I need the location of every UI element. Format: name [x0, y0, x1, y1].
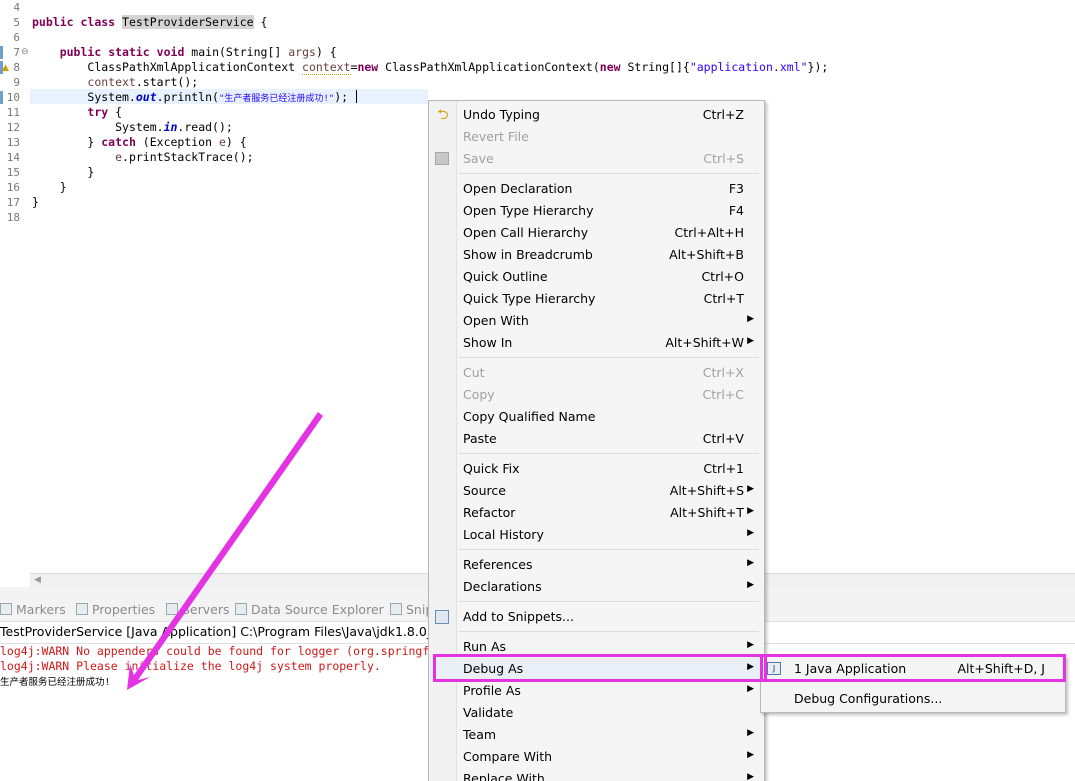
submenu-item-debug-configurations[interactable]: Debug Configurations...	[761, 687, 1065, 709]
submenu-arrow-icon: ▶	[747, 314, 754, 324]
menu-item-show-in-breadcrumb[interactable]: Show in Breadcrumb Alt+Shift+B	[429, 244, 764, 266]
line-number: 17	[6, 196, 20, 209]
code-line: System.out.println("生产者服务已经注册成功!");	[87, 90, 349, 104]
code-line: ClassPathXmlApplicationContext context=n…	[87, 60, 829, 75]
menu-item-cut[interactable]: Cut Ctrl+X	[429, 362, 764, 384]
tab-data-source-explorer[interactable]: Data Source Explorer	[235, 602, 384, 617]
menu-item-open-call-hierarchy[interactable]: Open Call Hierarchy Ctrl+Alt+H	[429, 222, 764, 244]
snippets-icon	[390, 603, 402, 615]
line-number: 9	[13, 76, 20, 89]
menu-separator	[459, 453, 759, 454]
change-marker	[0, 91, 3, 104]
console-title: TestProviderService [Java Application] C…	[0, 624, 465, 639]
menu-item-open-with[interactable]: Open With ▶	[429, 310, 764, 332]
submenu-arrow-icon: ▶	[747, 750, 754, 760]
menu-item-open-declaration[interactable]: Open Declaration F3	[429, 178, 764, 200]
servers-icon	[166, 603, 178, 615]
line-number: 12	[6, 121, 20, 134]
submenu-arrow-icon: ▶	[747, 728, 754, 738]
database-icon	[235, 603, 247, 615]
menu-item-profile-as[interactable]: Profile As ▶	[429, 680, 764, 702]
menu-separator	[459, 631, 759, 632]
undo-icon: ⮌	[437, 107, 449, 123]
properties-icon	[76, 603, 88, 615]
code-line: }	[32, 195, 39, 209]
annotation-highlight-java-application	[760, 654, 1066, 682]
menu-item-open-type-hierarchy[interactable]: Open Type Hierarchy F4	[429, 200, 764, 222]
menu-item-source[interactable]: Source Alt+Shift+S ▶	[429, 480, 764, 502]
warning-icon: ▲	[2, 63, 9, 73]
line-number: 13	[6, 136, 20, 149]
tab-markers[interactable]: Markers	[0, 602, 66, 617]
code-line: }	[59, 180, 67, 194]
menu-separator	[459, 173, 759, 174]
console-line: 生产者服务已经注册成功!	[0, 677, 111, 688]
code-line: try {	[87, 105, 123, 119]
tab-snippets[interactable]: Snip	[390, 602, 433, 617]
menu-item-save[interactable]: Save Ctrl+S	[429, 148, 764, 170]
menu-item-references[interactable]: References ▶	[429, 554, 764, 576]
line-number: 10	[6, 91, 20, 104]
menu-item-validate[interactable]: Validate	[429, 702, 764, 724]
menu-item-copy-qualified-name[interactable]: Copy Qualified Name	[429, 406, 764, 428]
line-number: 6	[13, 31, 20, 44]
line-number: 16	[6, 181, 20, 194]
code-line: public class TestProviderService {	[32, 15, 268, 29]
line-number: 5	[13, 16, 20, 29]
menu-item-declarations[interactable]: Declarations ▶	[429, 576, 764, 598]
line-number-gutter: 4 5 6 7 8 9 10 11 12 13 14 15 16 17 18 ⊖…	[0, 0, 30, 573]
menu-separator	[459, 357, 759, 358]
line-number: 18	[6, 211, 20, 224]
menu-item-paste[interactable]: Paste Ctrl+V	[429, 428, 764, 450]
menu-separator	[459, 601, 759, 602]
line-number: 15	[6, 166, 20, 179]
line-number: 4	[13, 1, 20, 14]
console-line: log4j:WARN No appenders could be found f…	[0, 644, 430, 658]
submenu-arrow-icon: ▶	[747, 580, 754, 590]
submenu-arrow-icon: ▶	[747, 484, 754, 494]
line-number: 11	[6, 106, 20, 119]
code-line: public static void main(String[] args) {	[59, 45, 337, 59]
menu-item-show-in[interactable]: Show In Alt+Shift+W ▶	[429, 332, 764, 354]
code-line: e.printStackTrace();	[115, 150, 254, 164]
save-icon	[435, 152, 449, 165]
submenu-arrow-icon: ▶	[747, 528, 754, 538]
menu-item-copy[interactable]: Copy Ctrl+C	[429, 384, 764, 406]
line-number: 7	[13, 46, 20, 59]
fold-toggle-icon[interactable]: ⊖	[21, 45, 29, 60]
annotation-highlight-debug-as	[433, 654, 767, 682]
menu-item-local-history[interactable]: Local History ▶	[429, 524, 764, 546]
menu-item-replace-with[interactable]: Replace With ▶	[429, 768, 764, 781]
menu-item-quick-fix[interactable]: Quick Fix Ctrl+1	[429, 458, 764, 480]
submenu-arrow-icon: ▶	[747, 640, 754, 650]
submenu-arrow-icon: ▶	[747, 684, 754, 694]
menu-item-undo-typing[interactable]: ⮌ Undo Typing Ctrl+Z	[429, 104, 764, 126]
menu-item-compare-with[interactable]: Compare With ▶	[429, 746, 764, 768]
menu-item-quick-type-hierarchy[interactable]: Quick Type Hierarchy Ctrl+T	[429, 288, 764, 310]
snippet-icon	[435, 610, 449, 624]
code-line: System.in.read();	[115, 120, 233, 134]
submenu-arrow-icon: ▶	[747, 506, 754, 516]
submenu-arrow-icon: ▶	[747, 772, 754, 781]
line-number: 14	[6, 151, 20, 164]
code-line: context.start();	[87, 75, 199, 89]
submenu-arrow-icon: ▶	[747, 336, 754, 346]
code-line: }	[87, 165, 95, 179]
menu-item-refactor[interactable]: Refactor Alt+Shift+T ▶	[429, 502, 764, 524]
tab-servers[interactable]: Servers	[166, 602, 230, 617]
console-line: log4j:WARN Please initialize the log4j s…	[0, 659, 381, 673]
menu-separator	[459, 549, 759, 550]
menu-item-add-to-snippets[interactable]: Add to Snippets...	[429, 606, 764, 628]
scroll-left-arrow-icon[interactable]: ◀	[34, 575, 41, 585]
menu-item-team[interactable]: Team ▶	[429, 724, 764, 746]
markers-icon	[0, 603, 12, 615]
tab-properties[interactable]: Properties	[76, 602, 155, 617]
menu-item-quick-outline[interactable]: Quick Outline Ctrl+O	[429, 266, 764, 288]
change-marker	[0, 46, 3, 59]
menu-item-revert-file[interactable]: Revert File	[429, 126, 764, 148]
submenu-arrow-icon: ▶	[747, 558, 754, 568]
text-caret	[356, 90, 357, 103]
class-name-occurrence: TestProviderService	[122, 15, 254, 29]
code-line: } catch (Exception e) {	[87, 135, 247, 149]
